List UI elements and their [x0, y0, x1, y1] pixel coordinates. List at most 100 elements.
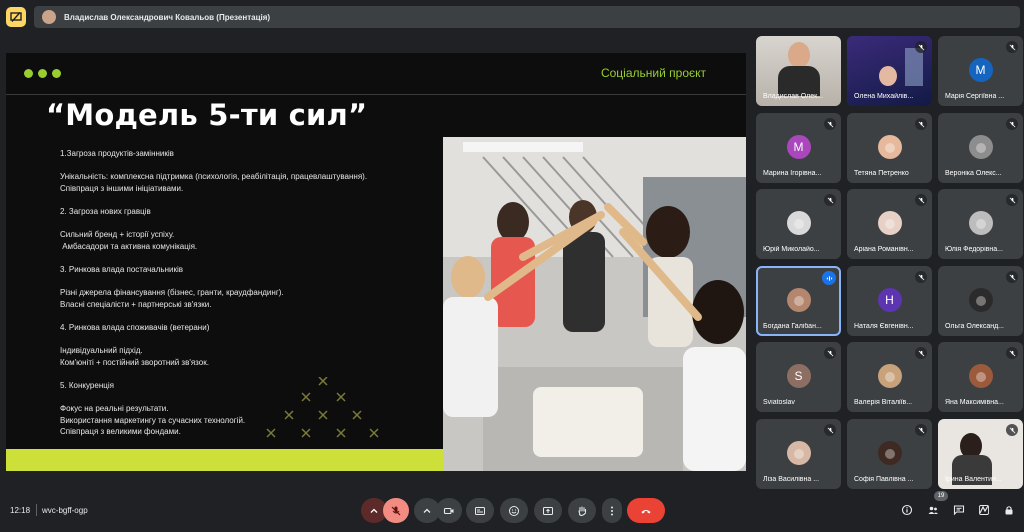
avatar: S	[786, 364, 811, 388]
host-controls-button[interactable]	[1000, 501, 1018, 519]
mic-off-icon	[824, 194, 836, 206]
present-screen-button[interactable]	[534, 498, 562, 523]
slide-text-line: Унікальність: комплексна підтримка (псих…	[60, 172, 368, 182]
participant-name: Ольга Олександ...	[945, 323, 1004, 330]
presenter-label: Владислав Олександрович Ковальов (Презен…	[64, 12, 271, 22]
info-icon	[901, 504, 913, 516]
participant-name: Владислав Олек...	[763, 93, 824, 100]
participant-name: Sviatoslav	[763, 399, 795, 406]
participant-name: Тетяна Петренко	[854, 170, 909, 177]
slide-text-line: 2. Загроза нових гравців	[60, 206, 151, 216]
activities-icon	[979, 505, 989, 515]
emoji-icon	[509, 505, 519, 516]
presentation-slide: Соціальний проєкт “Модель 5-ти сил” 1.За…	[6, 53, 746, 471]
chat-button[interactable]	[950, 501, 968, 519]
mic-off-icon	[915, 41, 927, 53]
participant-name: Ірина Валентин...	[945, 476, 1002, 483]
participant-name: Ліза Василівна ...	[763, 476, 820, 483]
host-controls-icon	[1005, 506, 1013, 515]
present-screen-icon	[543, 506, 553, 515]
slide-text-line: Ком'юніті + постійний зворотний зв'язок.	[60, 357, 209, 367]
mic-off-icon	[1006, 424, 1018, 436]
participant-tile[interactable]: Богдана Галібан...	[756, 266, 841, 336]
participant-tile[interactable]: Ліза Василівна ...	[756, 419, 841, 489]
participant-name: Марина Ігорівна...	[763, 170, 822, 177]
avatar: M	[968, 58, 993, 82]
participant-tile[interactable]: Юрій Миколайо...	[756, 189, 841, 259]
mic-off-icon	[1006, 194, 1018, 206]
raise-hand-button[interactable]	[568, 498, 596, 523]
slide-dots	[24, 69, 61, 78]
meeting-code: wvc-bgff-ogp	[42, 506, 88, 515]
participant-tile[interactable]: S Sviatoslav	[756, 342, 841, 412]
participant-tile[interactable]: Ірина Валентин...	[938, 419, 1023, 489]
team-photo	[443, 137, 746, 471]
captions-button[interactable]	[466, 498, 494, 523]
speaking-indicator-icon	[822, 271, 836, 285]
people-button[interactable]	[924, 501, 942, 519]
avatar	[877, 211, 902, 235]
divider	[36, 504, 37, 516]
avatar	[968, 211, 993, 235]
participant-tile[interactable]: H Наталя Євгенівн...	[847, 266, 932, 336]
slide-text-line	[60, 310, 440, 322]
more-options-button[interactable]	[602, 498, 622, 523]
avatar: H	[877, 288, 902, 312]
participant-tile[interactable]: Аріана Романівн...	[847, 189, 932, 259]
participant-name: Яна Максимівна...	[945, 399, 1004, 406]
slide-text-line	[60, 218, 440, 230]
avatar: M	[786, 135, 811, 159]
participant-name: Юрій Миколайо...	[763, 246, 820, 253]
camera-icon	[443, 507, 454, 514]
camera-toggle-button[interactable]	[436, 498, 462, 523]
slide-text-line: 1.Загроза продуктів-замінників	[60, 149, 174, 158]
participant-tile[interactable]: Яна Максимівна...	[938, 342, 1023, 412]
slide-text-line: 3. Ринкова влада постачальників	[60, 264, 184, 274]
divider	[6, 94, 746, 95]
participant-name: Вероніка Олекс...	[945, 170, 1002, 177]
mic-toggle-button[interactable]	[383, 498, 409, 523]
presentation-icon[interactable]	[6, 7, 26, 27]
participant-name: Аріана Романівн...	[854, 246, 914, 253]
participant-tile[interactable]: M Марина Ігорівна...	[756, 113, 841, 183]
participant-tile[interactable]: Софія Павлівна ...	[847, 419, 932, 489]
participant-tile[interactable]: Владислав Олек...	[756, 36, 841, 106]
meeting-info-button[interactable]	[898, 501, 916, 519]
accent-bar	[6, 449, 443, 471]
participant-tile[interactable]: Тетяна Петренко	[847, 113, 932, 183]
slide-header: Соціальний проєкт	[600, 66, 706, 80]
participant-tile[interactable]: Вероніка Олекс...	[938, 113, 1023, 183]
mic-off-icon	[391, 506, 401, 515]
slide-text-line: 4. Ринкова влада споживачів (ветерани)	[60, 322, 210, 332]
slide-text-line: Індивідуальний підхід.	[60, 346, 143, 356]
participant-tile[interactable]: Ольга Олександ...	[938, 266, 1023, 336]
presenter-chip[interactable]: Владислав Олександрович Ковальов (Презен…	[34, 6, 1020, 28]
participant-name: Богдана Галібан...	[763, 323, 822, 330]
emoji-button[interactable]	[500, 498, 528, 523]
leave-call-button[interactable]	[627, 498, 665, 523]
participant-name: Наталя Євгенівн...	[854, 323, 914, 330]
avatar	[786, 288, 811, 312]
participant-name: Олена Михайлів...	[854, 93, 914, 100]
participant-tile[interactable]: M Марія Сергіївна ...	[938, 36, 1023, 106]
participant-tile[interactable]: Юлія Федорівна...	[938, 189, 1023, 259]
cross-pattern-decoration	[266, 377, 379, 438]
raise-hand-icon	[578, 505, 587, 516]
chevron-up-icon	[423, 508, 431, 513]
people-icon	[928, 506, 938, 514]
mic-off-icon	[1006, 271, 1018, 283]
slide-text-line	[60, 276, 440, 288]
mic-off-icon	[1006, 41, 1018, 53]
participant-tile[interactable]: Олена Михайлів...	[847, 36, 932, 106]
people-count-badge: 19	[934, 491, 948, 501]
avatar	[968, 364, 993, 388]
participant-tile[interactable]: Валерія Віталіїв...	[847, 342, 932, 412]
slide-text-line: Амбасадори та активна комунікація.	[60, 241, 198, 251]
captions-icon	[475, 506, 485, 515]
slide-title: “Модель 5-ти сил”	[46, 98, 368, 132]
activities-button[interactable]	[975, 501, 993, 519]
mic-off-icon	[915, 194, 927, 206]
slide-text-line: Співпраця з іншими ініціативами.	[60, 183, 184, 193]
chevron-up-icon	[370, 508, 378, 513]
avatar	[968, 135, 993, 159]
